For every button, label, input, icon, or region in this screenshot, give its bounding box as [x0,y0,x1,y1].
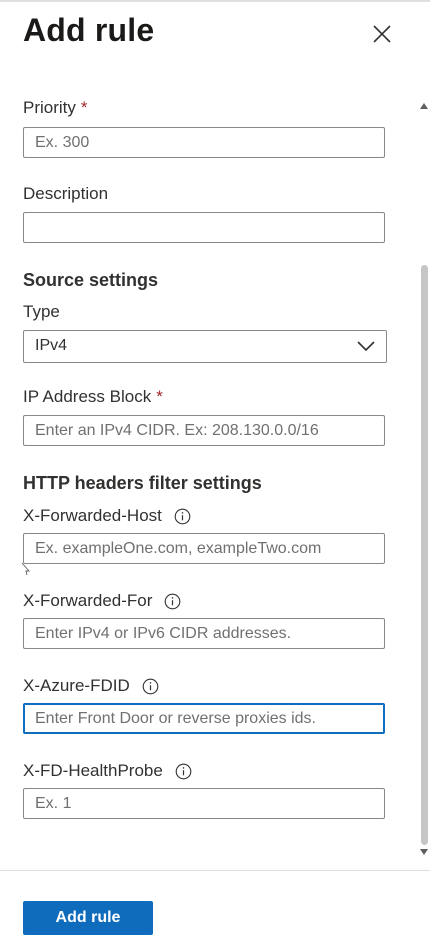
panel-title: Add rule [23,12,155,48]
info-icon[interactable] [174,508,191,525]
x-azure-fdid-label: X-Azure-FDID [23,676,130,695]
ip-address-block-label: IP Address Block [23,387,152,406]
form-content: Priority * Description Source settings T… [0,88,418,868]
description-label: Description [23,184,109,203]
x-forwarded-host-label: X-Forwarded-Host [23,506,162,525]
mouse-cursor-icon [21,562,30,576]
priority-label: Priority [23,98,76,117]
info-icon[interactable] [164,593,181,610]
chevron-down-icon [357,341,375,352]
x-forwarded-for-label-row: X-Forwarded-For [23,591,181,611]
priority-input[interactable] [23,127,385,158]
type-dropdown[interactable]: IPv4 [23,330,387,363]
info-icon[interactable] [142,678,159,695]
description-input[interactable] [23,212,385,243]
x-fd-healthprobe-label: X-FD-HealthProbe [23,761,163,780]
x-forwarded-host-input[interactable] [23,533,385,564]
description-label-row: Description [23,184,108,204]
close-icon [373,25,391,43]
vertical-scrollbar[interactable] [418,88,430,868]
priority-label-row: Priority * [23,98,88,118]
add-rule-button[interactable]: Add rule [23,901,153,935]
ip-address-block-input[interactable] [23,415,385,446]
type-label-row: Type [23,302,60,322]
add-rule-panel: Add rule Priority * Description Source s… [0,0,430,950]
ip-address-block-label-row: IP Address Block * [23,387,163,407]
priority-required-mark: * [80,98,88,117]
ip-address-block-required-mark: * [156,387,163,406]
scroll-up-arrow-icon[interactable] [420,102,428,110]
source-settings-heading: Source settings [23,270,159,290]
type-label: Type [23,302,60,321]
x-azure-fdid-input[interactable] [23,703,385,734]
x-forwarded-host-label-row: X-Forwarded-Host [23,506,191,526]
x-azure-fdid-label-row: X-Azure-FDID [23,676,159,696]
panel-footer: Add rule [0,870,430,950]
info-icon[interactable] [175,763,192,780]
http-headers-heading: HTTP headers filter settings [23,473,262,493]
type-dropdown-value: IPv4 [35,337,68,354]
x-forwarded-for-label: X-Forwarded-For [23,591,153,610]
scrollbar-thumb[interactable] [421,265,428,845]
x-forwarded-for-input[interactable] [23,618,385,649]
x-fd-healthprobe-input[interactable] [23,788,385,819]
panel-header: Add rule [0,0,430,80]
scroll-down-arrow-icon[interactable] [420,848,428,856]
x-fd-healthprobe-label-row: X-FD-HealthProbe [23,761,192,781]
close-button[interactable] [368,20,396,48]
